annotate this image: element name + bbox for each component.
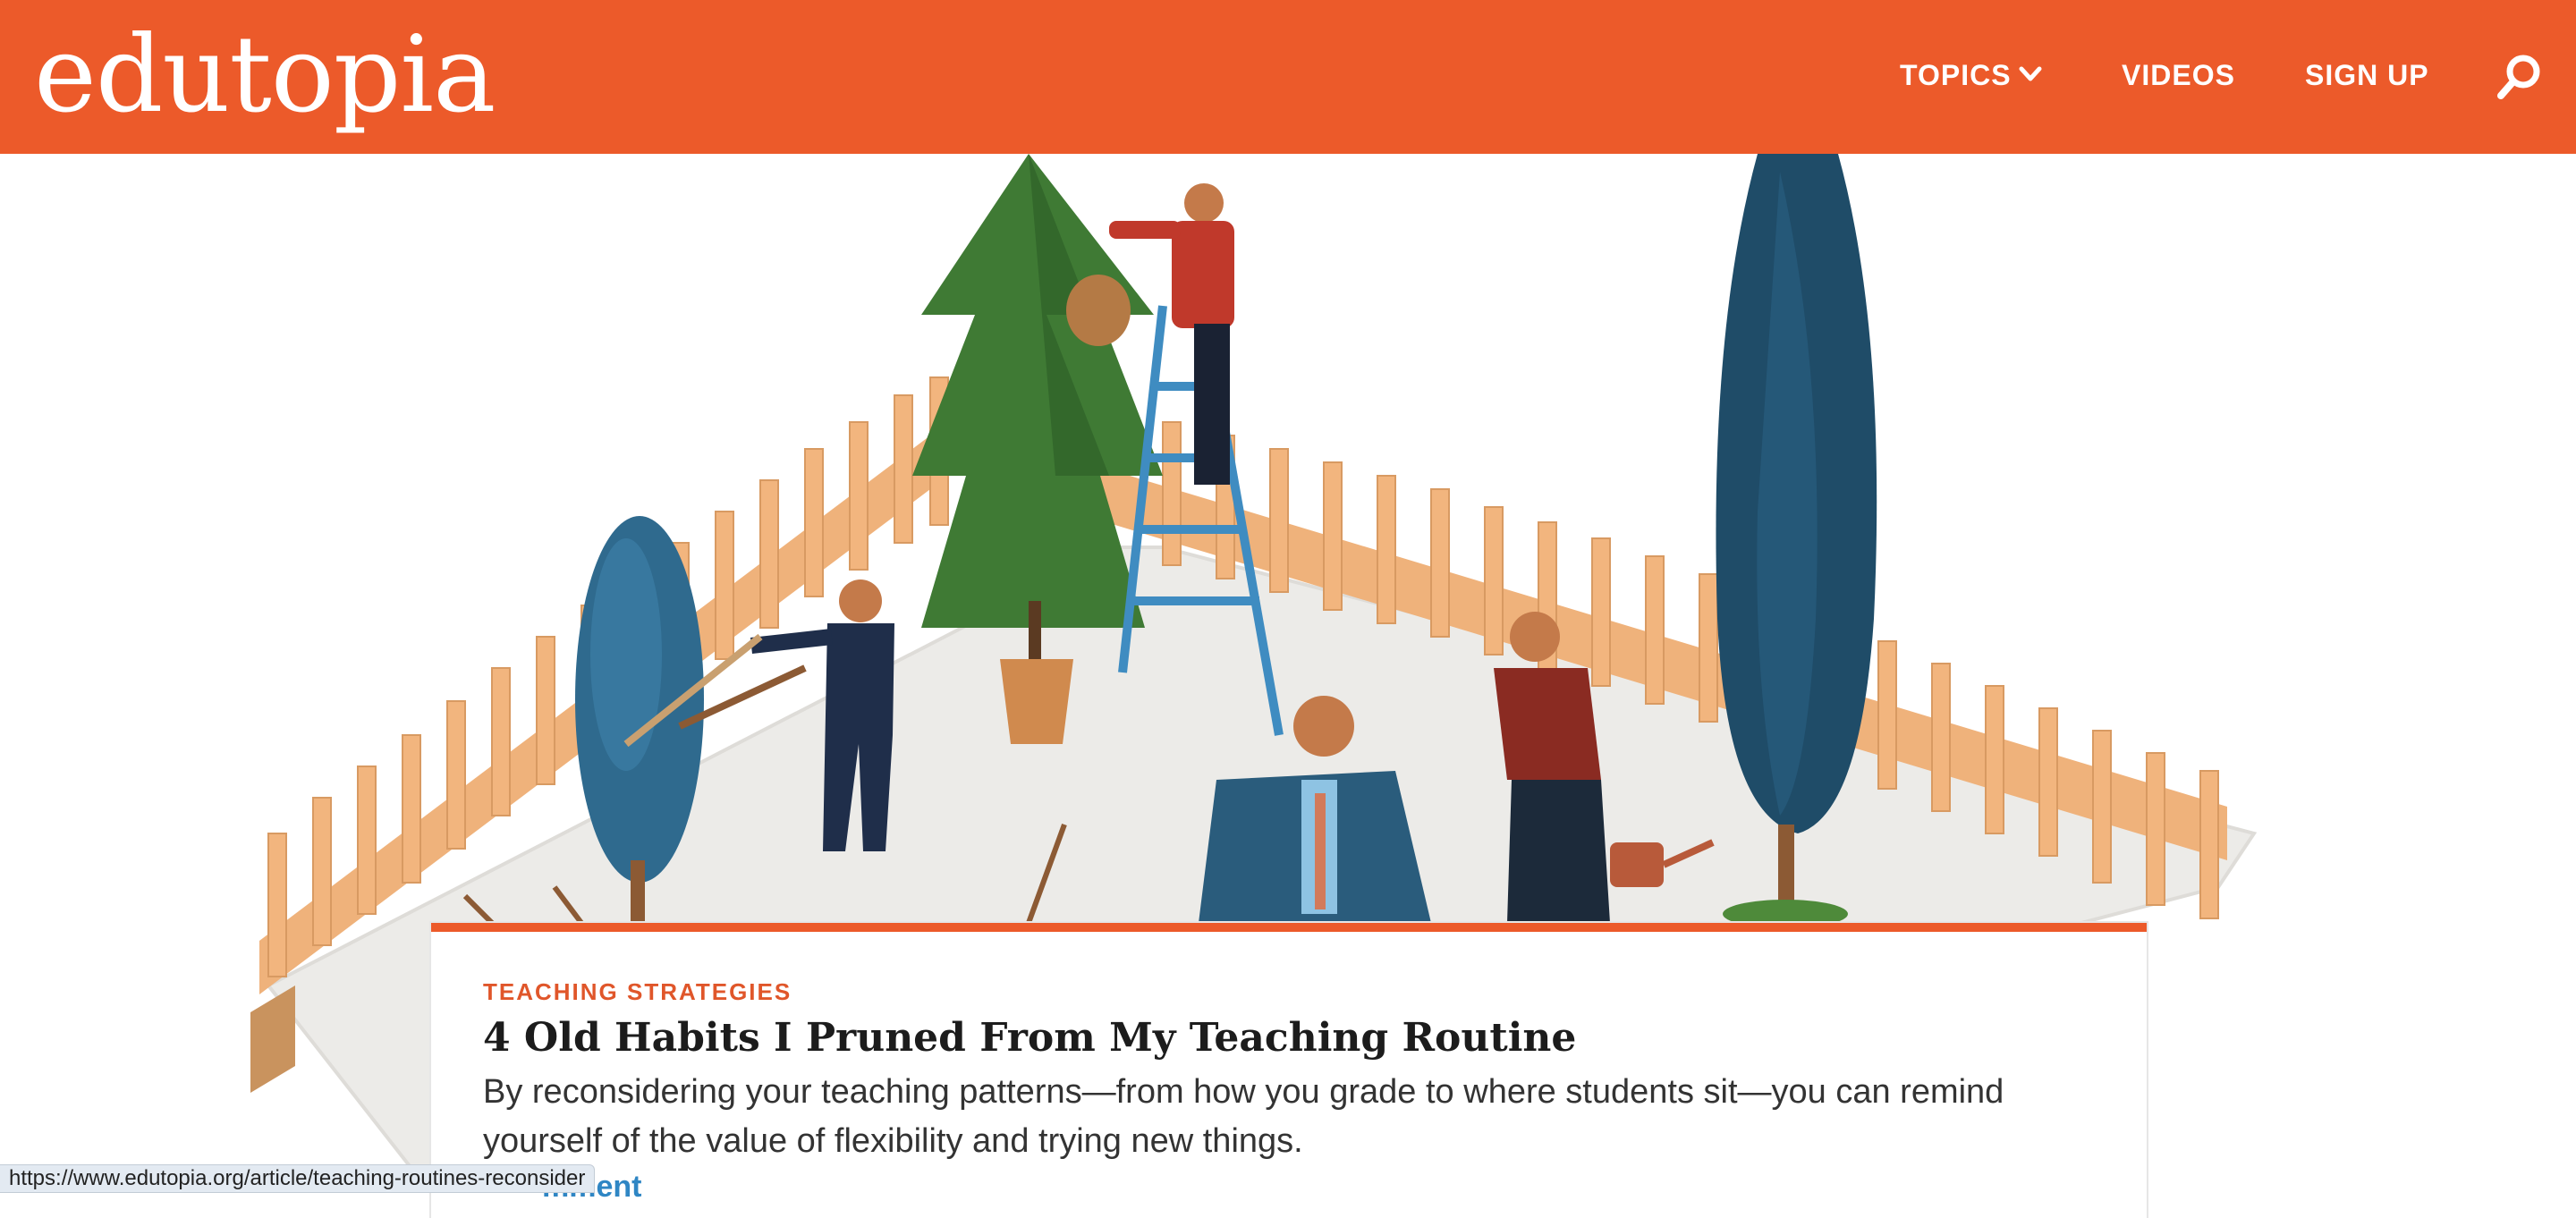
article-title[interactable]: 4 Old Habits I Pruned From My Teaching R… [483,1011,1576,1066]
edutopia-logo[interactable]: edutopia [34,16,496,132]
search-icon[interactable] [2495,52,2545,102]
article-category[interactable]: TEACHING STRATEGIES [483,978,792,1006]
chevron-down-icon[interactable] [2019,64,2042,84]
nav-videos[interactable]: VIDEOS [2122,55,2235,95]
site-header: edutopia TOPICS VIDEOS SIGN UP [0,0,2576,154]
nav-topics[interactable]: TOPICS [1900,55,2012,95]
article-card[interactable]: TEACHING STRATEGIES 4 Old Habits I Prune… [431,923,2147,1218]
browser-status-bar: https://www.edutopia.org/article/teachin… [0,1164,596,1193]
article-summary: By reconsidering your teaching patterns—… [483,1073,2004,1160]
nav-sign-up[interactable]: SIGN UP [2305,55,2429,95]
